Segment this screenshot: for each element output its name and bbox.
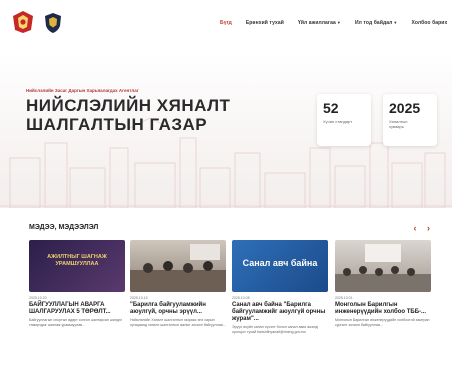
chevron-down-icon: ▼ <box>336 20 341 25</box>
page-title: НИЙСЛЭЛИЙН ХЯНАЛТ ШАЛГАЛТЫН ГАЗАР <box>26 96 230 134</box>
stat-card-standards[interactable]: 52 Хүчин стандарт <box>317 94 371 146</box>
stat-number: 2025 <box>389 100 421 116</box>
news-thumbnail[interactable]: Санал авч байна <box>232 240 328 292</box>
news-thumbnail-caption: Санал авч байна <box>242 258 318 268</box>
news-thumbnail[interactable]: АЖИЛТНЫГ ШАГНАЖ УРАМШУУЛЛАА <box>29 240 125 292</box>
news-thumbnail[interactable] <box>335 240 431 292</box>
nav-item-transparency-label: Ил тод байдал <box>354 20 393 26</box>
news-excerpt: Монголын Барилгын инженерүүдийн холбоото… <box>335 318 430 327</box>
hero-subtitle: Нийслэлийн Засаг Даргын Харьяалагдах Аге… <box>26 88 139 93</box>
nav-item-all[interactable]: Бүгд <box>220 20 232 26</box>
news-date: 2025.10.20 <box>29 296 47 300</box>
site-header: Бүгд Ерөнхий тухай Үйл ажиллагаа▼ Ил тод… <box>0 0 452 52</box>
news-thumbnail[interactable] <box>130 240 226 292</box>
news-title[interactable]: Монголын Барилгын инженерүүдийн холбоо Т… <box>335 302 431 316</box>
news-title[interactable]: Санал авч байна "Барилга байгууламжийг а… <box>232 302 328 323</box>
city-emblem-logo[interactable] <box>12 10 34 34</box>
nav-item-transparency[interactable]: Ил тод байдал▼ <box>355 20 398 26</box>
nav-item-contact[interactable]: Холбоо барих <box>411 20 447 26</box>
news-title[interactable]: "Барилга байгууламжийн аюулгүй, орчны эр… <box>130 302 226 316</box>
nav-item-about[interactable]: Ерөнхий тухай <box>246 20 284 26</box>
agency-shield-logo[interactable] <box>44 12 62 34</box>
hero-banner: Нийслэлийн Засаг Даргын Харьяалагдах Аге… <box>0 52 452 208</box>
page-title-line-1: НИЙСЛЭЛИЙН ХЯНАЛТ <box>26 96 231 115</box>
news-date: 2025.10.15 <box>130 296 148 300</box>
nav-item-activities-label: Үйл ажиллагаа <box>297 20 336 26</box>
next-arrow-icon[interactable]: › <box>427 223 430 233</box>
news-date: 2025.10.08 <box>232 296 250 300</box>
news-carousel-arrows: ‹ › <box>405 223 430 233</box>
news-card[interactable]: АЖИЛТНЫГ ШАГНАЖ УРАМШУУЛЛАА 2025.10.20 Б… <box>29 240 125 327</box>
meeting-photo-illustration <box>130 244 226 292</box>
stat-card-schedule[interactable]: 2025 Хяналтын хуваарь <box>383 94 437 146</box>
page-title-line-2: ШАЛГАЛТЫН ГАЗАР <box>26 115 208 134</box>
stat-number: 52 <box>323 100 339 116</box>
news-card[interactable]: Санал авч байна 2025.10.08 Санал авч бай… <box>232 240 328 334</box>
chevron-down-icon: ▼ <box>393 20 398 25</box>
news-title[interactable]: БАЙГУУЛЛАГЫН АВАРГА ШАЛГАРУУЛАХ 5 ТӨРӨЛТ… <box>29 302 125 316</box>
news-excerpt: Нийслэлийн Хяналт шалгалтын газраас энэ … <box>130 318 226 327</box>
nav-item-activities[interactable]: Үйл ажиллагаа▼ <box>298 20 341 26</box>
prev-arrow-icon[interactable]: ‹ <box>413 223 416 233</box>
news-section-heading: МЭДЭЭ, МЭДЭЭЛЭЛ <box>29 224 99 231</box>
news-excerpt: Эрүүл ахуйн санал хүсэлт болон санал ава… <box>232 325 318 334</box>
stat-label: Хүчин стандарт <box>323 119 353 124</box>
news-thumbnail-caption: АЖИЛТНЫГ ШАГНАЖ УРАМШУУЛЛАА <box>47 254 107 267</box>
seminar-photo-illustration <box>335 244 431 292</box>
news-card[interactable]: 2025.10.01 Монголын Барилгын инженерүүди… <box>335 240 431 327</box>
news-excerpt: Байгууллагын спортын өдөрт сонгон шалгар… <box>29 318 123 327</box>
news-card[interactable]: 2025.10.15 "Барилга байгууламжийн аюулгү… <box>130 240 226 327</box>
main-nav: Бүгд Ерөнхий тухай Үйл ажиллагаа▼ Ил тод… <box>220 20 447 26</box>
news-date: 2025.10.01 <box>335 296 353 300</box>
stat-label: Хяналтын хуваарь <box>389 119 408 129</box>
